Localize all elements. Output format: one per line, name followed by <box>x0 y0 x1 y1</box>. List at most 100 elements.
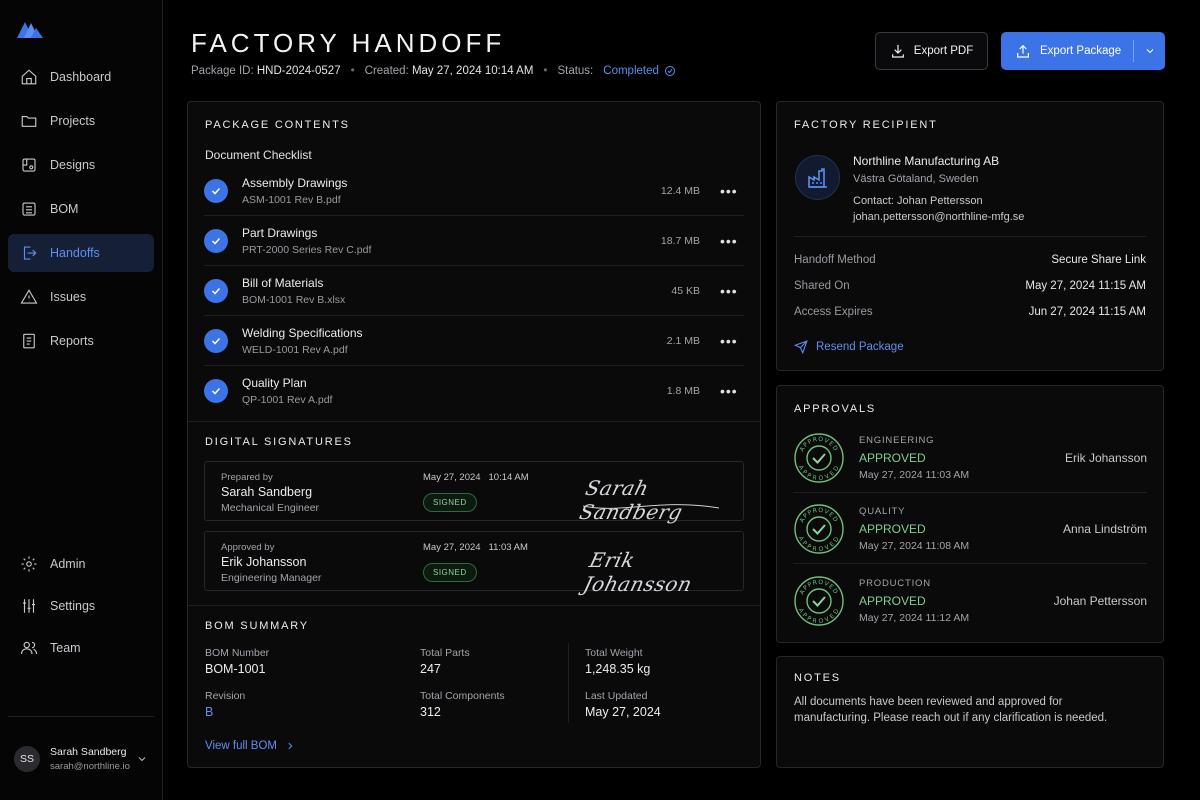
sidebar-item-admin[interactable]: Admin <box>8 545 154 583</box>
gear-icon <box>21 556 37 572</box>
signature-flourish <box>582 504 720 509</box>
signature-time: 10:14 AM <box>488 472 529 483</box>
access-expires-row: Access Expires Jun 27, 2024 11:15 AM <box>794 306 1146 318</box>
bom-number-block: BOM Number BOM-1001 <box>205 647 269 676</box>
signature-date: May 27, 2024 <box>423 542 481 553</box>
check-icon <box>204 328 228 353</box>
total-parts-block: Total Parts 247 <box>420 647 470 676</box>
more-options-icon[interactable]: ••• <box>720 384 737 398</box>
signer-role: Prepared by <box>221 472 273 483</box>
document-size: 12.4 MB <box>660 184 700 197</box>
bom-summary-title: BOM SUMMARY <box>205 620 309 632</box>
section-divider <box>794 236 1146 237</box>
sidebar-item-label: Dashboard <box>50 70 112 84</box>
document-size: 45 KB <box>671 284 700 297</box>
sliders-icon <box>23 599 35 613</box>
approved-stamp-icon: APPROVED APPROVED <box>794 503 844 554</box>
user-menu[interactable]: SS Sarah Sandberg sarah@northline.io <box>8 716 154 800</box>
app-logo[interactable] <box>0 0 162 58</box>
sidebar-item-issues[interactable]: Issues <box>8 278 154 316</box>
created-label: Created: <box>364 65 409 77</box>
recipient-email[interactable]: johan.pettersson@northline-mfg.se <box>853 211 1024 223</box>
column-divider <box>568 643 569 723</box>
check-circle-icon <box>664 66 675 76</box>
signature-card: Approved by Erik Johansson Engineering M… <box>204 531 744 596</box>
signature-card: Prepared by Sarah Sandberg Mechanical En… <box>204 461 744 524</box>
sidebar-item-handoffs[interactable]: Handoffs <box>8 234 154 272</box>
status-label: Status: <box>557 65 594 77</box>
sidebar-item-designs[interactable]: Designs <box>8 146 154 184</box>
last-updated-block: Last Updated May 27, 2024 <box>585 690 661 719</box>
row-value: May 27, 2024 11:15 AM <box>1025 280 1146 292</box>
chevron-right-icon <box>288 742 293 750</box>
status-value: Completed <box>603 65 659 77</box>
document-size: 18.7 MB <box>660 234 700 247</box>
sidebar-item-reports[interactable]: Reports <box>8 322 154 360</box>
svg-text:APPROVED: APPROVED <box>797 535 841 553</box>
sidebar-item-label: BOM <box>50 202 79 216</box>
handwritten-signature: Erik Johansson <box>581 548 695 596</box>
factory-icon <box>795 155 840 200</box>
sidebar-item-projects[interactable]: Projects <box>8 102 154 140</box>
approval-row: APPROVED APPROVED QUALITY APPROVED May 2… <box>793 494 1147 564</box>
approval-status: APPROVED <box>859 594 926 608</box>
separator: • <box>350 65 355 77</box>
revision-value[interactable]: B <box>205 705 245 719</box>
document-size: 1.8 MB <box>666 385 700 397</box>
view-full-bom-link[interactable]: View full BOM <box>205 740 295 752</box>
package-meta: Package ID: HND-2024-0527 • Created: May… <box>191 65 676 77</box>
recipient-contact: Contact: Johan Pettersson <box>853 195 983 207</box>
more-options-icon[interactable]: ••• <box>720 334 737 348</box>
document-row[interactable]: Bill of Materials BOM-1001 Rev B.xlsx 45 … <box>204 266 744 316</box>
check-icon <box>204 178 228 203</box>
report-icon <box>23 333 35 349</box>
package-contents-title: PACKAGE CONTENTS <box>205 119 350 131</box>
sidebar: Dashboard Projects Designs BOM Handoffs … <box>0 0 163 800</box>
document-row[interactable]: Quality Plan QP-1001 Rev A.pdf 1.8 MB ••• <box>204 366 744 416</box>
chevron-down-icon[interactable] <box>136 753 148 765</box>
signer-role: Approved by <box>221 542 275 553</box>
package-id-label: Package ID: <box>191 65 254 77</box>
svg-text:APPROVED: APPROVED <box>797 607 841 625</box>
document-name: Assembly Drawings <box>242 175 348 190</box>
signature-timestamp: May 27, 2024 10:14 AM <box>423 472 529 483</box>
sidebar-item-label: Designs <box>50 158 96 172</box>
signatures-title: DIGITAL SIGNATURES <box>205 436 353 448</box>
document-file: QP-1001 Rev A.pdf <box>242 394 333 406</box>
sidebar-item-settings[interactable]: Settings <box>8 587 154 625</box>
sidebar-item-label: Admin <box>50 557 86 571</box>
last-updated: May 27, 2024 <box>585 705 661 719</box>
approval-time: May 27, 2024 11:12 AM <box>859 612 970 624</box>
sidebar-item-bom[interactable]: BOM <box>8 190 154 228</box>
sidebar-item-dashboard[interactable]: Dashboard <box>8 58 154 96</box>
approver-name: Johan Pettersson <box>1053 594 1147 608</box>
document-name: Bill of Materials <box>242 275 324 290</box>
recipient-card: FACTORY RECIPIENT Northline Manufacturin… <box>776 101 1164 371</box>
signature-time: 11:03 AM <box>488 542 528 553</box>
bom-number: BOM-1001 <box>205 662 266 676</box>
export-options-toggle[interactable] <box>1134 32 1165 70</box>
document-file: PRT-2000 Series Rev C.pdf <box>242 243 372 256</box>
export-package-main[interactable]: Export Package <box>1001 32 1133 70</box>
export-pdf-button[interactable]: Export PDF <box>875 32 988 70</box>
export-package-button[interactable]: Export Package <box>1001 32 1165 70</box>
revision-label: Revision <box>205 690 246 702</box>
approval-category: ENGINEERING <box>859 434 935 446</box>
avatar: SS <box>14 745 40 772</box>
package-card: PACKAGE CONTENTS Document Checklist Asse… <box>187 101 761 768</box>
document-row[interactable]: Assembly Drawings ASM-1001 Rev B.pdf 12.4… <box>204 166 744 216</box>
section-divider <box>188 605 760 606</box>
list-icon <box>22 202 36 216</box>
approval-time: May 27, 2024 11:03 AM <box>859 468 970 481</box>
document-row[interactable]: Part Drawings PRT-2000 Series Rev C.pdf 1… <box>204 216 744 266</box>
more-options-icon[interactable]: ••• <box>720 284 737 298</box>
resend-package-link[interactable]: Resend Package <box>794 340 904 354</box>
more-options-icon[interactable]: ••• <box>720 184 737 198</box>
sidebar-item-team[interactable]: Team <box>8 629 154 667</box>
more-options-icon[interactable]: ••• <box>720 234 737 248</box>
secondary-nav: Admin Settings Team <box>8 545 154 673</box>
signed-badge: SIGNED <box>423 563 477 582</box>
approvals-title: APPROVALS <box>794 403 877 415</box>
logo-icon <box>17 22 43 38</box>
document-row[interactable]: Welding Specifications WELD-1001 Rev A.pd… <box>204 316 744 366</box>
